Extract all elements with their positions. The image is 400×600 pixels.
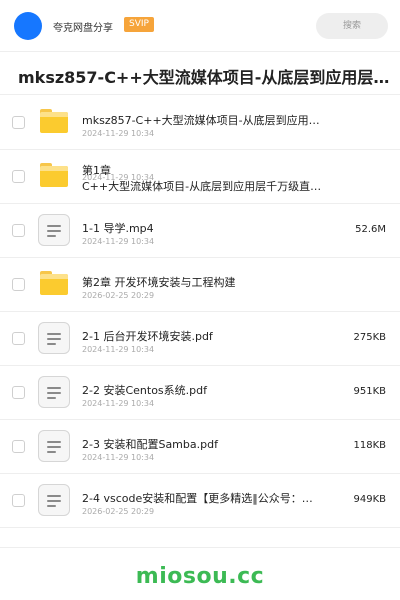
- list-item[interactable]: 2-3 安装和配置Samba.pdf 2024-11-29 10:34 118K…: [0, 420, 400, 474]
- item-name: 2-3 安装和配置Samba.pdf: [82, 438, 218, 451]
- item-date: 2024-11-29 10:34: [82, 345, 155, 354]
- file-list: mksz857-C++大型流媒体项目-从底层到应用层千万级直播系统实战 2024…: [0, 96, 400, 528]
- file-icon: [38, 214, 70, 246]
- item-size: 118KB: [353, 440, 386, 451]
- list-item[interactable]: mksz857-C++大型流媒体项目-从底层到应用层千万级直播系统实战 2024…: [0, 96, 400, 150]
- item-size: 951KB: [353, 386, 386, 397]
- checkbox[interactable]: [12, 116, 25, 129]
- file-icon: [38, 484, 70, 516]
- item-date: 2024-11-29 10:34: [82, 453, 155, 462]
- item-name: 1-1 导学.mp4: [82, 222, 154, 235]
- watermark-text: miosou.cc: [135, 564, 265, 589]
- item-name: 2-2 安装Centos系统.pdf: [82, 384, 207, 397]
- checkbox[interactable]: [12, 440, 25, 453]
- item-name: 2-4 vscode安装和配置【更多精选‖公众号：…: [82, 492, 313, 505]
- folder-icon: [40, 163, 68, 187]
- list-item[interactable]: 2-4 vscode安装和配置【更多精选‖公众号：… 2026-02-25 20…: [0, 474, 400, 528]
- checkbox[interactable]: [12, 278, 25, 291]
- item-date: 2024-11-29 10:34: [82, 237, 155, 246]
- item-name-line2: C++大型流媒体项目-从底层到应用层千万级直播系统实战: [82, 180, 322, 193]
- checkbox[interactable]: [12, 386, 25, 399]
- item-date: 2024-11-29 10:34: [82, 129, 155, 138]
- list-item[interactable]: 1-1 导学.mp4 2024-11-29 10:34 52.6M: [0, 204, 400, 258]
- item-date: 2024-11-29 10:34: [82, 399, 155, 408]
- folder-icon: [40, 271, 68, 295]
- list-item[interactable]: 2-1 后台开发环境安装.pdf 2024-11-29 10:34 275KB: [0, 312, 400, 366]
- list-item[interactable]: 第2章 开发环境安装与工程构建 2026-02-25 20:29: [0, 258, 400, 312]
- item-name: 第2章 开发环境安装与工程构建: [82, 276, 236, 289]
- avatar[interactable]: [14, 12, 42, 40]
- file-icon: [38, 430, 70, 462]
- item-size: 52.6M: [355, 224, 386, 235]
- item-size: 949KB: [353, 494, 386, 505]
- item-name: mksz857-C++大型流媒体项目-从底层到应用层千万级直播系统实战: [82, 114, 322, 127]
- list-item[interactable]: 2024-11-29 10:34 第1章 C++大型流媒体项目-从底层到应用层千…: [0, 150, 400, 204]
- file-icon: [38, 322, 70, 354]
- checkbox[interactable]: [12, 170, 25, 183]
- top-bar: 夸克网盘分享 SVIP 搜索: [0, 0, 400, 52]
- item-date: 2026-02-25 20:29: [82, 291, 155, 300]
- item-size: 275KB: [353, 332, 386, 343]
- search-input[interactable]: 搜索: [316, 13, 388, 39]
- item-name: 2-1 后台开发环境安装.pdf: [82, 330, 213, 343]
- checkbox[interactable]: [12, 332, 25, 345]
- divider: [0, 547, 400, 548]
- divider: [0, 94, 400, 95]
- svip-badge: SVIP: [124, 17, 154, 32]
- page-title: mksz857-C++大型流媒体项目-从底层到应用层千万级直播系统实战: [18, 68, 394, 87]
- checkbox[interactable]: [12, 224, 25, 237]
- list-item[interactable]: 2-2 安装Centos系统.pdf 2024-11-29 10:34 951K…: [0, 366, 400, 420]
- item-name: 第1章: [82, 164, 111, 177]
- folder-icon: [40, 109, 68, 133]
- item-date: 2026-02-25 20:29: [82, 507, 155, 516]
- checkbox[interactable]: [12, 494, 25, 507]
- share-owner-name: 夸克网盘分享: [53, 23, 113, 34]
- file-icon: [38, 376, 70, 408]
